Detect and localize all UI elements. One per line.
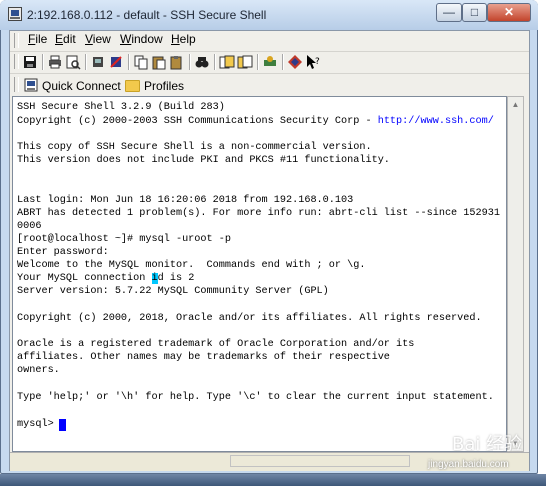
terminal-line: Type 'help;' or '\h' for help. Type '\c'… (17, 392, 494, 403)
file-transfer-icon[interactable] (219, 54, 235, 70)
toolbar-separator (214, 54, 216, 70)
find-icon[interactable] (194, 54, 210, 70)
maximize-button[interactable]: □ (462, 3, 487, 22)
status-cell (230, 455, 410, 467)
settings-icon[interactable] (262, 54, 278, 70)
scroll-up-arrow-icon[interactable]: ▲ (508, 97, 523, 112)
toolbar-grip[interactable] (14, 54, 19, 69)
baidu-watermark-logo: Bai 经验 (452, 434, 523, 455)
menu-help[interactable]: Help (171, 32, 196, 46)
menu-window[interactable]: Window (120, 32, 163, 46)
copy-icon[interactable] (133, 54, 149, 70)
print-icon[interactable] (47, 54, 63, 70)
terminal-line: Enter password: (17, 247, 109, 258)
mysql-prompt: mysql> (17, 419, 60, 430)
menu-edit[interactable]: Edit (55, 32, 76, 46)
terminal-line: Copyright (c) 2000-2003 SSH Communicatio… (17, 115, 494, 128)
terminal-line: Last login: Mon Jun 18 16:20:06 2018 fro… (17, 195, 354, 206)
toolbar-separator (85, 54, 87, 70)
terminal-line: Oracle is a registered trademark of Orac… (17, 339, 415, 350)
terminal-line: Copyright (c) 2000, 2018, Oracle and/or … (17, 313, 482, 324)
terminal-line: This copy of SSH Secure Shell is a non-c… (17, 142, 372, 153)
save-icon[interactable] (22, 54, 38, 70)
ssh-app-icon (8, 7, 22, 21)
toolbar-separator (282, 54, 284, 70)
terminal-line: [root@localhost ~]# mysql -uroot -p (17, 234, 231, 245)
terminal-line: Server version: 5.7.22 MySQL Community S… (17, 286, 329, 297)
taskbar-strip (0, 474, 546, 486)
context-help-icon[interactable]: ? (305, 54, 321, 70)
terminal-line: ABRT has detected 1 problem(s). For more… (17, 208, 500, 219)
print-preview-icon[interactable] (65, 54, 81, 70)
new-terminal-icon[interactable] (237, 54, 253, 70)
paste-icon[interactable] (151, 54, 167, 70)
toolbar-separator (42, 54, 44, 70)
ssh-website-link[interactable]: http://www.ssh.com/ (378, 116, 494, 127)
quickbar-grip[interactable] (14, 77, 19, 92)
menu-view[interactable]: View (85, 32, 111, 46)
connect-icon[interactable] (90, 54, 106, 70)
terminal-text: Copyright (c) 2000-2003 SSH Communicatio… (17, 116, 378, 127)
terminal-line: 0006 (17, 221, 42, 232)
svg-text:?: ? (315, 57, 320, 67)
terminal-line: Welcome to the MySQL monitor. Commands e… (17, 260, 366, 271)
terminal-text: d is 2 (157, 273, 195, 284)
toolbar-separator (189, 54, 191, 70)
text-cursor (59, 419, 66, 431)
toolbar-separator (128, 54, 130, 70)
disconnect-icon[interactable] (108, 54, 124, 70)
baidu-watermark-url: jingyan.baidu.com (428, 459, 509, 470)
menu-file[interactable]: File (28, 32, 47, 46)
quick-connect-icon (24, 78, 38, 92)
profile-icon[interactable] (287, 54, 303, 70)
terminal-text: Your MySQL connection (17, 273, 152, 284)
terminal-line: affiliates. Other names may be trademark… (17, 352, 390, 363)
terminal-line: Your MySQL connection id is 2 (17, 272, 194, 285)
toolbar-separator (257, 54, 259, 70)
close-button[interactable]: ✕ (487, 3, 531, 22)
paste-alt-icon[interactable] (169, 54, 185, 70)
terminal-line: owners. (17, 365, 60, 376)
vertical-scrollbar[interactable] (507, 96, 524, 452)
menu-grip[interactable] (14, 33, 19, 48)
terminal-line: SSH Secure Shell 3.2.9 (Build 283) (17, 102, 225, 113)
folder-icon (125, 80, 140, 92)
profiles-label: Profiles (144, 79, 185, 93)
terminal-line: This version does not include PKI and PK… (17, 155, 390, 166)
quick-connect-label: Quick Connect (42, 79, 121, 93)
window-title: 2:192.168.0.112 - default - SSH Secure S… (27, 8, 267, 22)
minimize-button[interactable]: — (436, 3, 462, 22)
